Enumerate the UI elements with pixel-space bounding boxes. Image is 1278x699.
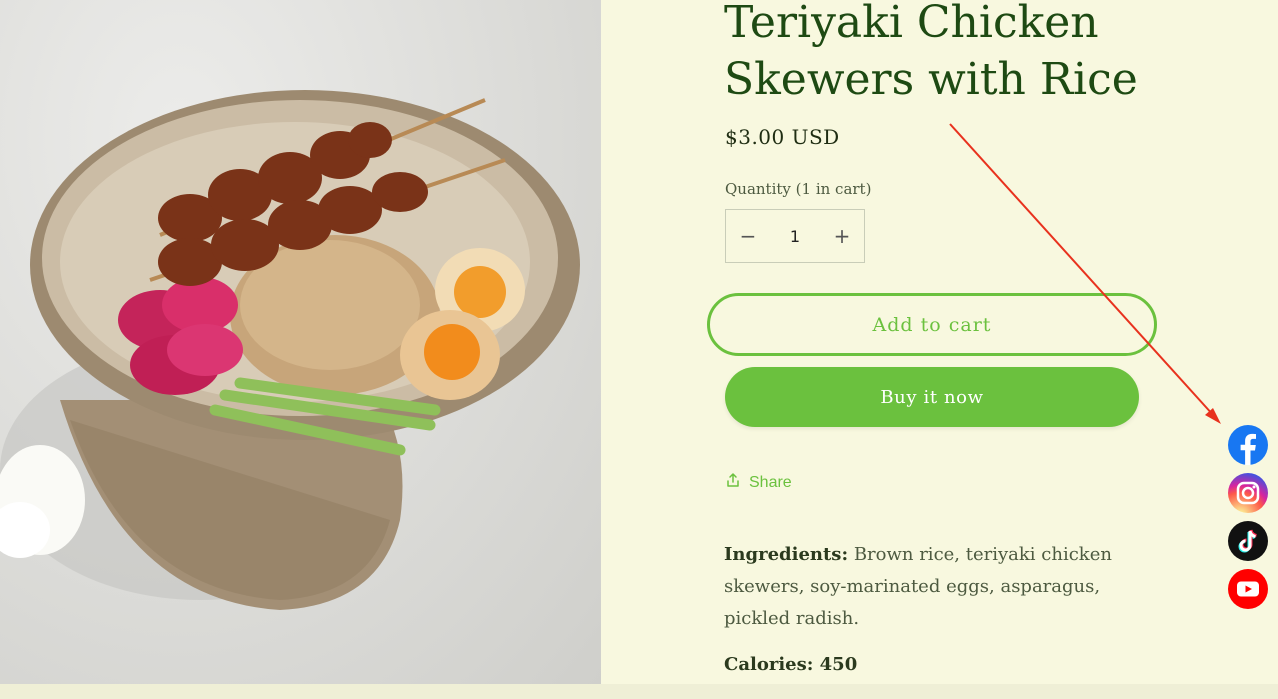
product-image [0, 0, 601, 684]
instagram-icon[interactable] [1228, 473, 1268, 513]
quantity-input[interactable]: 1 [790, 227, 800, 246]
social-links [1228, 425, 1268, 609]
ingredients-heading: Ingredients: [724, 544, 849, 565]
quantity-increase-button[interactable]: + [820, 224, 864, 248]
quantity-stepper: − 1 + [725, 209, 865, 263]
share-label: Share [749, 473, 792, 491]
share-icon [725, 472, 741, 493]
quantity-decrease-button[interactable]: − [726, 224, 770, 248]
ingredients-text: Ingredients: Brown rice, teriyaki chicke… [724, 539, 1124, 635]
product-title: Teriyaki Chicken Skewers with Rice [724, 0, 1138, 105]
calories-text: Calories: 450 [724, 654, 857, 675]
product-image-illustration [0, 90, 580, 610]
buy-it-now-button[interactable]: Buy it now [725, 367, 1139, 427]
add-to-cart-button[interactable]: Add to cart [707, 293, 1157, 356]
tiktok-icon[interactable] [1228, 521, 1268, 561]
share-button[interactable]: Share [725, 472, 792, 493]
facebook-icon[interactable] [1228, 425, 1268, 465]
youtube-icon[interactable] [1228, 569, 1268, 609]
product-price: $3.00 USD [725, 125, 840, 149]
calories-heading: Calories: 450 [724, 654, 858, 675]
quantity-label: Quantity (1 in cart) [725, 180, 872, 198]
page-bottom-strip [0, 684, 1278, 699]
